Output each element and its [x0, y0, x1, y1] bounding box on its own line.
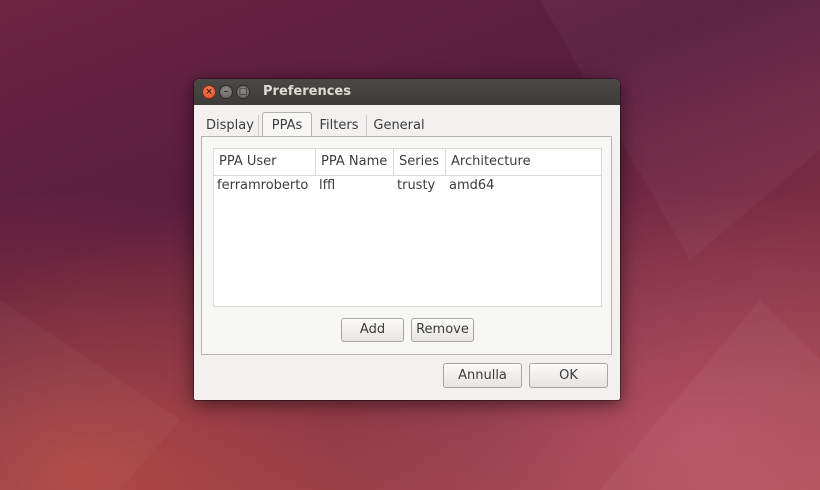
ppas-tab-panel: PPA User PPA Name Series Architecture fe… [201, 136, 612, 355]
add-ppa-button[interactable]: Add [341, 318, 404, 342]
ppa-table[interactable]: PPA User PPA Name Series Architecture fe… [213, 148, 602, 307]
maximize-window-button[interactable]: □ [236, 85, 250, 99]
table-row[interactable]: ferramroberto lffl trusty amd64 [214, 176, 601, 196]
preferences-window: × – □ Preferences Display PPAs Filters G… [194, 79, 620, 400]
tab-filters[interactable]: Filters [312, 115, 367, 137]
cell-architecture: amd64 [449, 178, 495, 193]
minimize-icon: – [223, 87, 229, 97]
cell-ppa-user: ferramroberto [217, 178, 309, 193]
column-header-architecture[interactable]: Architecture [446, 149, 601, 175]
tab-display[interactable]: Display [202, 115, 259, 137]
column-header-ppa-user[interactable]: PPA User [214, 149, 316, 175]
close-icon: × [205, 87, 213, 97]
tab-ppas[interactable]: PPAs [262, 112, 312, 138]
cancel-button[interactable]: Annulla [443, 363, 522, 388]
cell-series: trusty [397, 178, 436, 193]
window-title: Preferences [263, 84, 351, 99]
ppa-table-header: PPA User PPA Name Series Architecture [214, 149, 601, 176]
remove-ppa-button[interactable]: Remove [411, 318, 474, 342]
title-bar[interactable]: × – □ Preferences [194, 79, 620, 105]
column-header-series[interactable]: Series [394, 149, 446, 175]
ok-button[interactable]: OK [529, 363, 608, 388]
column-header-ppa-name[interactable]: PPA Name [316, 149, 394, 175]
maximize-icon: □ [238, 87, 248, 97]
minimize-window-button[interactable]: – [219, 85, 233, 99]
cell-ppa-name: lffl [319, 178, 336, 193]
tab-general[interactable]: General [368, 115, 430, 137]
close-window-button[interactable]: × [202, 85, 216, 99]
